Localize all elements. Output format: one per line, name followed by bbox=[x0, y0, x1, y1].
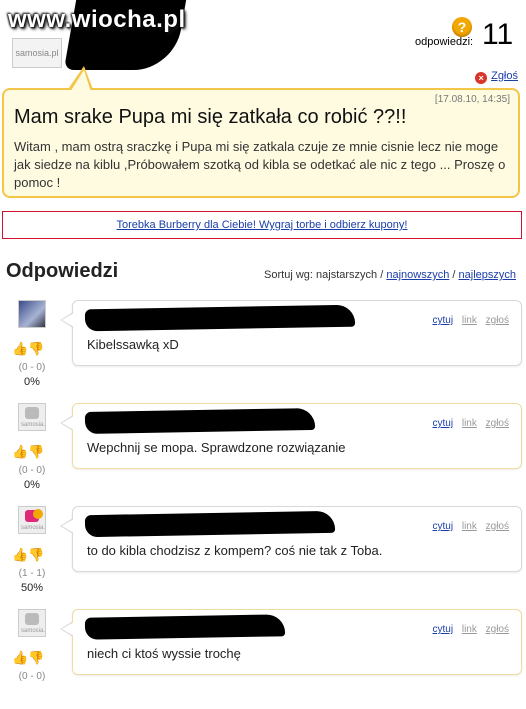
permalink[interactable]: link bbox=[462, 624, 477, 635]
vote-percent: 0% bbox=[24, 376, 40, 388]
permalink[interactable]: link bbox=[462, 418, 477, 429]
answer-box: cytuj link zgłoś Kibelssawką xD bbox=[72, 300, 522, 366]
redacted-author bbox=[84, 304, 356, 332]
avatar-label: samosia.pl bbox=[21, 422, 46, 428]
permalink[interactable]: link bbox=[462, 521, 477, 532]
report-answer-link[interactable]: zgłoś bbox=[486, 624, 509, 635]
report-question-link[interactable]: × Zgłoś bbox=[475, 70, 518, 84]
thumb-up-icon[interactable]: 👍 bbox=[12, 650, 28, 666]
report-answer-link[interactable]: zgłoś bbox=[486, 315, 509, 326]
vote-block: 👍👎 (0 - 0) 0% bbox=[12, 443, 52, 491]
thumb-down-icon[interactable]: 👎 bbox=[28, 444, 44, 460]
sort-separator: / bbox=[452, 269, 456, 281]
vote-block: 👍👎 (0 - 0) 0% bbox=[12, 340, 52, 388]
answer-item: samosia.pl 👍👎 (1 - 1) 50% cytuj link zgł… bbox=[0, 506, 526, 606]
redacted-author bbox=[84, 510, 336, 538]
cite-link[interactable]: cytuj bbox=[433, 624, 454, 635]
answer-actions: cytuj link zgłoś bbox=[427, 315, 510, 326]
thumb-up-icon[interactable]: 👍 bbox=[12, 341, 28, 357]
redacted-author bbox=[84, 614, 286, 640]
vote-count: (0 - 0) bbox=[18, 465, 46, 476]
answer-actions: cytuj link zgłoś bbox=[427, 624, 510, 635]
answer-box: cytuj link zgłoś niech ci ktoś wyssie tr… bbox=[72, 609, 522, 675]
avatar-placeholder-icon bbox=[25, 613, 39, 625]
answer-text: niech ci ktoś wyssie trochę bbox=[87, 646, 241, 661]
answer-actions: cytuj link zgłoś bbox=[427, 418, 510, 429]
thumb-up-icon[interactable]: 👍 bbox=[12, 547, 28, 563]
answers-count: 11 bbox=[482, 18, 514, 51]
sort-oldest: najstarszych bbox=[316, 269, 378, 281]
permalink[interactable]: link bbox=[462, 315, 477, 326]
answer-bubble-tail-inner bbox=[62, 416, 74, 430]
sort-options: Sortuj wg: najstarszych / najnowszych / … bbox=[264, 269, 516, 281]
answer-box: cytuj link zgłoś Wepchnij se mopa. Spraw… bbox=[72, 403, 522, 469]
sort-best-link[interactable]: najlepszych bbox=[459, 269, 516, 281]
asker-avatar[interactable]: samosia.pl bbox=[12, 38, 62, 68]
answer-text: Wepchnij se mopa. Sprawdzone rozwiązanie bbox=[87, 440, 346, 455]
sort-newest-link[interactable]: najnowszych bbox=[386, 269, 449, 281]
thumb-down-icon[interactable]: 👎 bbox=[28, 547, 44, 563]
question-title: Mam srake Pupa mi się zatkała co robić ?… bbox=[14, 106, 407, 128]
answer-avatar[interactable]: samosia.pl bbox=[18, 506, 46, 534]
answer-bubble-tail-inner bbox=[62, 622, 74, 636]
question-mark-icon: ? bbox=[452, 17, 472, 37]
question-bubble-tail-inner bbox=[70, 70, 91, 92]
avatar-label: samosia.pl bbox=[21, 525, 46, 531]
question-box: [17.08.10, 14:35] Mam srake Pupa mi się … bbox=[2, 88, 520, 198]
cite-link[interactable]: cytuj bbox=[433, 418, 454, 429]
answer-actions: cytuj link zgłoś bbox=[427, 521, 510, 532]
report-answer-link[interactable]: zgłoś bbox=[486, 418, 509, 429]
vote-block: 👍👎 (1 - 1) 50% bbox=[12, 546, 52, 594]
question-date: [17.08.10, 14:35] bbox=[434, 94, 510, 105]
report-label[interactable]: Zgłoś bbox=[491, 70, 518, 82]
vote-count: (0 - 0) bbox=[18, 362, 46, 373]
thumb-up-icon[interactable]: 👍 bbox=[12, 444, 28, 460]
sort-separator: / bbox=[380, 269, 384, 281]
answer-item: samosia.pl 👍👎 (0 - 0) cytuj link zgłoś n… bbox=[0, 609, 526, 709]
ad-link[interactable]: Torebka Burberry dla Ciebie! Wygraj torb… bbox=[117, 219, 408, 231]
avatar-placeholder-icon bbox=[25, 407, 39, 419]
answer-bubble-tail-inner bbox=[62, 313, 74, 327]
answer-item: samosia.pl 👍👎 (0 - 0) 0% cytuj link zgło… bbox=[0, 403, 526, 503]
answer-text: Kibelssawką xD bbox=[87, 337, 179, 352]
redacted-author bbox=[84, 407, 316, 435]
cite-link[interactable]: cytuj bbox=[433, 315, 454, 326]
avatar-label: samosia.pl bbox=[21, 628, 46, 634]
report-answer-link[interactable]: zgłoś bbox=[486, 521, 509, 532]
vote-count: (1 - 1) bbox=[18, 568, 46, 579]
answers-count-label: odpowiedzi: bbox=[415, 36, 474, 48]
answers-title: Odpowiedzi bbox=[6, 260, 119, 282]
answer-text: to do kibla chodzisz z kompem? coś nie t… bbox=[87, 543, 383, 558]
answer-avatar[interactable]: samosia.pl bbox=[18, 403, 46, 431]
vote-percent: 0% bbox=[24, 479, 40, 491]
question-body: Witam , mam ostrą sraczkę i Pupa mi się … bbox=[14, 139, 506, 190]
answer-avatar[interactable]: samosia.pl bbox=[18, 609, 46, 637]
vote-block: 👍👎 (0 - 0) bbox=[12, 649, 52, 682]
avatar-badge-icon bbox=[33, 509, 43, 519]
answer-bubble-tail-inner bbox=[62, 519, 74, 533]
watermark: www.wiocha.pl bbox=[8, 6, 186, 33]
answer-box: cytuj link zgłoś to do kibla chodzisz z … bbox=[72, 506, 522, 572]
answer-avatar[interactable] bbox=[18, 300, 46, 328]
sort-prefix: Sortuj wg: bbox=[264, 269, 313, 281]
ad-banner: Torebka Burberry dla Ciebie! Wygraj torb… bbox=[2, 211, 522, 239]
vote-count: (0 - 0) bbox=[18, 671, 46, 682]
report-x-icon: × bbox=[475, 72, 488, 84]
cite-link[interactable]: cytuj bbox=[433, 521, 454, 532]
vote-percent: 50% bbox=[20, 582, 44, 594]
answer-item: 👍👎 (0 - 0) 0% cytuj link zgłoś Kibelssaw… bbox=[0, 300, 526, 400]
thumb-down-icon[interactable]: 👎 bbox=[28, 650, 44, 666]
avatar-label: samosia.pl bbox=[15, 48, 59, 58]
thumb-down-icon[interactable]: 👎 bbox=[28, 341, 44, 357]
